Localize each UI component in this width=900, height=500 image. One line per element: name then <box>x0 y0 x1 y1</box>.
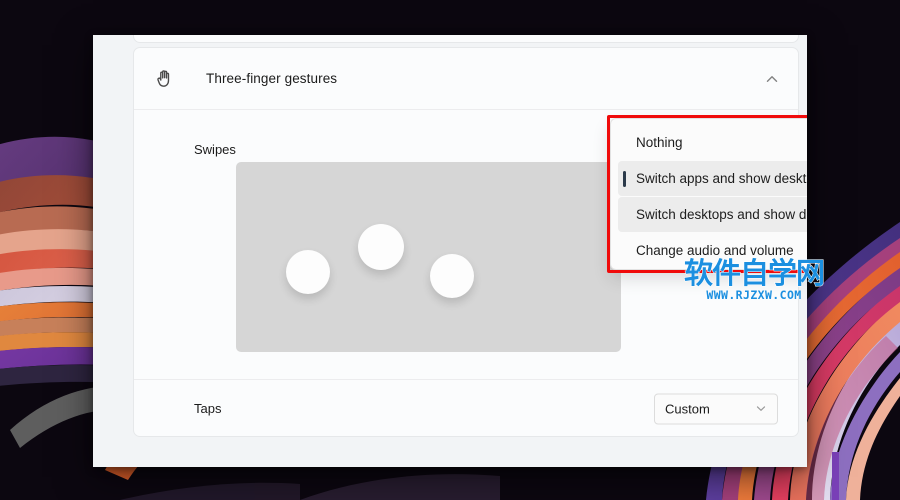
menu-item-nothing[interactable]: Nothing <box>618 125 807 160</box>
taps-label: Taps <box>194 401 222 416</box>
chevron-up-icon[interactable] <box>764 71 780 87</box>
previous-setting-card-peek <box>133 35 799 43</box>
gesture-action-dropdown-flyout[interactable]: Nothing Switch apps and show desktop Swi… <box>610 118 807 270</box>
menu-item-label: Change audio and volume <box>636 243 794 258</box>
menu-item-change-audio-and-volume[interactable]: Change audio and volume <box>618 233 807 268</box>
finger-dot-right <box>430 254 474 298</box>
finger-dot-center <box>358 224 404 270</box>
menu-item-label: Switch apps and show desktop <box>636 171 807 186</box>
menu-item-label: Nothing <box>636 135 683 150</box>
menu-item-label: Switch desktops and show desktop <box>636 207 807 222</box>
menu-item-switch-desktops-and-show-desktop[interactable]: Switch desktops and show desktop <box>618 197 807 232</box>
three-finger-hand-icon <box>157 69 170 87</box>
chevron-down-icon <box>756 406 766 411</box>
selection-indicator-bar <box>623 170 626 187</box>
settings-window: Three-finger gestures Swipes Show deskto… <box>93 35 807 467</box>
swipes-label: Swipes <box>194 142 236 157</box>
taps-dropdown[interactable]: Custom <box>654 393 778 424</box>
three-finger-gestures-header[interactable]: Three-finger gestures <box>134 48 798 110</box>
taps-dropdown-value: Custom <box>665 401 710 416</box>
taps-row: Taps Custom <box>134 379 798 436</box>
menu-item-switch-apps-and-show-desktop[interactable]: Switch apps and show desktop <box>618 161 807 196</box>
gesture-animation-preview <box>236 162 621 352</box>
finger-dot-left <box>286 250 330 294</box>
gesture-section-title: Three-finger gestures <box>206 71 338 86</box>
